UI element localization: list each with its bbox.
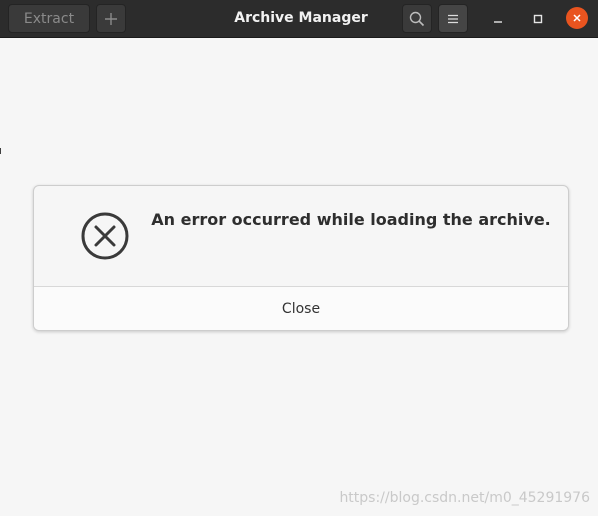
search-icon	[409, 11, 425, 26]
close-icon	[573, 14, 581, 22]
search-button[interactable]	[402, 4, 432, 33]
watermark-text: https://blog.csdn.net/m0_45291976	[339, 490, 590, 506]
plus-icon	[105, 12, 117, 25]
menu-button[interactable]	[438, 4, 468, 33]
window-title: Archive Manager	[234, 10, 368, 26]
minimize-button[interactable]	[486, 7, 510, 31]
header-bar: Extract Archive Manager	[0, 0, 598, 38]
close-button-label: Close	[281, 301, 321, 317]
close-button[interactable]: Close	[34, 287, 568, 330]
extract-label: Extract	[23, 10, 75, 27]
error-circle-x-icon	[81, 212, 129, 260]
error-message: An error occurred while loading the arch…	[151, 210, 551, 229]
maximize-button[interactable]	[526, 7, 550, 31]
hamburger-menu-icon	[448, 14, 458, 23]
error-dialog: An error occurred while loading the arch…	[33, 185, 569, 331]
maximize-icon	[533, 14, 543, 24]
extract-button[interactable]: Extract	[8, 4, 90, 33]
close-window-button[interactable]	[566, 7, 588, 29]
window-edge-marker	[0, 148, 1, 154]
add-button[interactable]	[96, 4, 126, 33]
archive-manager-window: Extract Archive Manager An error occurre…	[0, 0, 598, 516]
minimize-icon	[494, 21, 502, 23]
